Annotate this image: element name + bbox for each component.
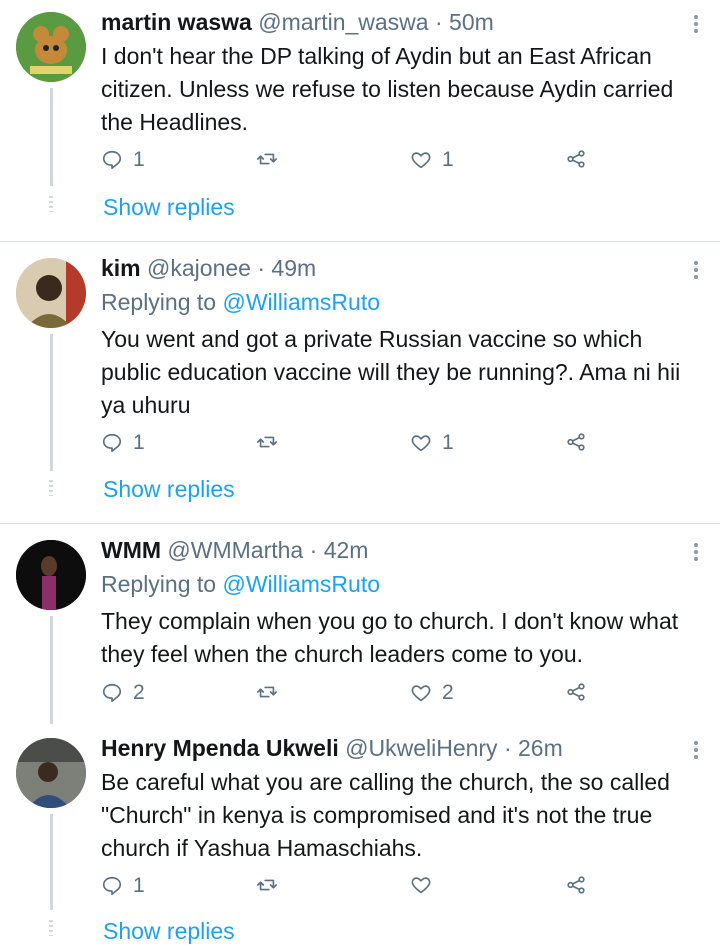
heart-icon [411, 877, 431, 894]
avatar-photo-image [16, 258, 86, 328]
reply-icon [102, 150, 122, 170]
tweet-header: WMM @WMMartha · 42m [101, 535, 368, 565]
avatar-photo-image [16, 540, 86, 610]
tweet-3[interactable]: WMM @WMMartha · 42m Replying to @William… [0, 524, 720, 724]
retweet-icon [257, 436, 277, 448]
replying-to: Replying to @WilliamsRuto [101, 569, 380, 599]
retweet-button[interactable] [256, 681, 288, 703]
more-icon[interactable] [694, 543, 700, 564]
more-icon[interactable] [694, 261, 700, 282]
retweet-button[interactable] [256, 148, 288, 170]
thread-line [50, 616, 53, 724]
author-name[interactable]: Henry Mpenda Ukweli [101, 735, 339, 761]
like-count: 2 [442, 681, 454, 704]
separator: · [503, 735, 512, 761]
tweet-text: I don't hear the DP talking of Aydin but… [101, 43, 674, 135]
share-button[interactable] [565, 431, 587, 453]
show-replies-link[interactable]: Show replies [103, 918, 235, 945]
reply-icon [102, 433, 122, 453]
avatar[interactable] [16, 12, 86, 82]
thread-dots [49, 196, 53, 212]
separator: · [309, 537, 318, 563]
retweet-icon [257, 153, 277, 165]
replying-to-label: Replying to [101, 571, 223, 597]
separator: · [434, 9, 443, 35]
reply-count: 1 [133, 431, 145, 454]
avatar[interactable] [16, 540, 86, 610]
tweet-actions: 2 2 [101, 681, 621, 711]
thread-line [50, 814, 53, 910]
author-name[interactable]: kim [101, 255, 141, 281]
more-icon[interactable] [694, 15, 700, 36]
retweet-button[interactable] [256, 874, 288, 896]
more-icon[interactable] [694, 741, 700, 762]
reply-icon [102, 876, 122, 896]
tweet-text: They complain when you go to church. I d… [101, 608, 679, 667]
author-name[interactable]: martin waswa [101, 9, 252, 35]
tweet-actions: 1 1 [101, 431, 621, 461]
reply-count: 2 [133, 681, 145, 704]
share-icon [567, 433, 585, 451]
reply-count: 1 [133, 148, 145, 171]
tweet-actions: 1 [101, 874, 621, 904]
show-replies-link[interactable]: Show replies [103, 194, 235, 221]
reply-button[interactable]: 1 [101, 874, 145, 898]
avatar[interactable] [16, 258, 86, 328]
like-button[interactable]: 2 [410, 681, 454, 705]
retweet-button[interactable] [256, 431, 288, 453]
reply-button[interactable]: 2 [101, 681, 145, 705]
tweet-text: Be careful what you are calling the chur… [101, 769, 670, 861]
like-count: 1 [442, 148, 454, 171]
heart-icon [411, 685, 431, 702]
avatar-cartoon-image [16, 12, 86, 82]
heart-icon [411, 435, 431, 452]
author-handle[interactable]: @martin_waswa [258, 9, 428, 35]
retweet-icon [257, 686, 277, 698]
share-button[interactable] [565, 681, 587, 703]
replying-to-user-link[interactable]: @WilliamsRuto [222, 571, 380, 597]
thread-line [50, 88, 53, 186]
replying-to-label: Replying to [101, 289, 223, 315]
author-handle[interactable]: @kajonee [147, 255, 251, 281]
tweet-actions: 1 1 [101, 148, 621, 178]
author-handle[interactable]: @WMMartha [167, 537, 303, 563]
thread-line [50, 334, 53, 471]
author-name[interactable]: WMM [101, 537, 161, 563]
share-icon [567, 876, 585, 894]
share-button[interactable] [565, 874, 587, 896]
replying-to: Replying to @WilliamsRuto [101, 287, 380, 317]
reply-button[interactable]: 1 [101, 431, 145, 455]
like-button[interactable]: 1 [410, 148, 454, 172]
thread-dots [49, 480, 53, 496]
show-replies-link[interactable]: Show replies [103, 476, 235, 503]
like-count: 1 [442, 431, 454, 454]
tweet-header: Henry Mpenda Ukweli @UkweliHenry · 26m [101, 733, 563, 763]
reply-icon [102, 683, 122, 703]
retweet-icon [257, 879, 277, 891]
separator: · [257, 255, 266, 281]
replying-to-user-link[interactable]: @WilliamsRuto [222, 289, 380, 315]
reply-count: 1 [133, 874, 145, 897]
timestamp[interactable]: 26m [518, 735, 563, 761]
share-button[interactable] [565, 148, 587, 170]
share-icon [567, 683, 585, 701]
avatar-photo-image [16, 738, 86, 808]
timestamp[interactable]: 49m [271, 255, 316, 281]
timestamp[interactable]: 50m [449, 9, 494, 35]
reply-button[interactable]: 1 [101, 148, 145, 172]
timestamp[interactable]: 42m [324, 537, 369, 563]
like-button[interactable]: 1 [410, 431, 454, 455]
tweet-2[interactable]: kim @kajonee · 49m Replying to @Williams… [0, 242, 720, 523]
tweet-1[interactable]: martin waswa @martin_waswa · 50m I don't… [0, 0, 720, 240]
avatar[interactable] [16, 738, 86, 808]
tweet-header: martin waswa @martin_waswa · 50m [101, 7, 494, 37]
share-icon [567, 150, 585, 168]
author-handle[interactable]: @UkweliHenry [345, 735, 497, 761]
tweet-header: kim @kajonee · 49m [101, 253, 316, 283]
tweet-4[interactable]: Henry Mpenda Ukweli @UkweliHenry · 26m B… [0, 724, 720, 944]
like-button[interactable] [410, 874, 442, 896]
thread-dots [49, 920, 53, 936]
tweet-text: You went and got a private Russian vacci… [101, 326, 681, 418]
heart-icon [411, 152, 431, 169]
